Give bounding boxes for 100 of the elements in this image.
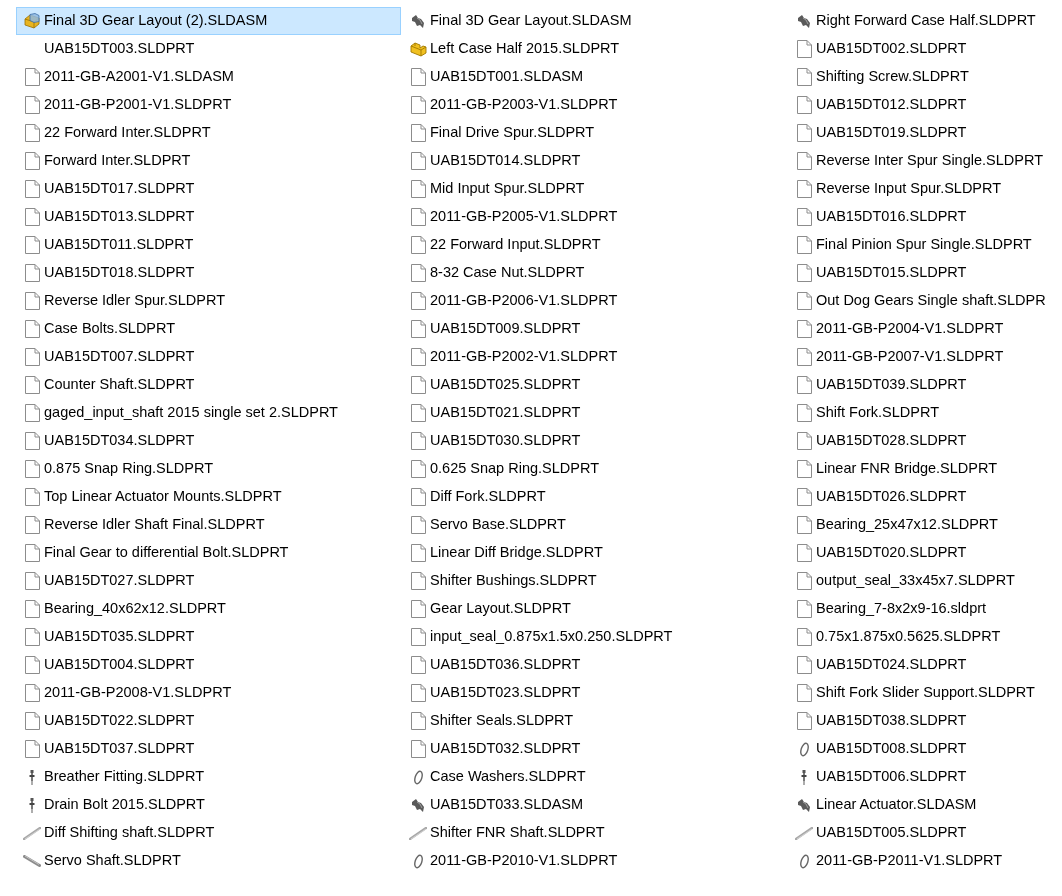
file-item[interactable]: Left Case Half 2015.SLDPRT — [402, 35, 787, 63]
file-item[interactable]: Final 3D Gear Layout.SLDASM — [402, 7, 787, 35]
file-item[interactable]: 8-32 Case Nut.SLDPRT — [402, 259, 787, 287]
file-item[interactable]: Top Linear Actuator Mounts.SLDPRT — [16, 483, 401, 511]
file-item[interactable]: UAB15DT001.SLDASM — [402, 63, 787, 91]
file-item[interactable]: 22 Forward Input.SLDPRT — [402, 231, 787, 259]
file-item[interactable]: UAB15DT002.SLDPRT — [788, 35, 1062, 63]
file-item[interactable]: Case Washers.SLDPRT — [402, 763, 787, 791]
file-item[interactable]: UAB15DT022.SLDPRT — [16, 707, 401, 735]
file-item[interactable]: Reverse Idler Spur.SLDPRT — [16, 287, 401, 315]
file-item[interactable]: UAB15DT021.SLDPRT — [402, 399, 787, 427]
file-item[interactable]: Shift Fork Slider Support.SLDPRT — [788, 679, 1062, 707]
document-icon — [24, 236, 40, 254]
file-item[interactable]: Linear Actuator.SLDASM — [788, 791, 1062, 819]
file-item[interactable]: Diff Shifting shaft.SLDPRT — [16, 819, 401, 847]
file-item[interactable]: 2011-GB-P2005-V1.SLDPRT — [402, 203, 787, 231]
file-item[interactable]: UAB15DT038.SLDPRT — [788, 707, 1062, 735]
file-item[interactable]: Final Pinion Spur Single.SLDPRT — [788, 231, 1062, 259]
file-item[interactable]: 0.625 Snap Ring.SLDPRT — [402, 455, 787, 483]
file-item[interactable]: UAB15DT028.SLDPRT — [788, 427, 1062, 455]
file-item[interactable]: 2011-GB-P2008-V1.SLDPRT — [16, 679, 401, 707]
document-icon — [24, 264, 40, 282]
file-item[interactable]: UAB15DT039.SLDPRT — [788, 371, 1062, 399]
file-item[interactable]: UAB15DT025.SLDPRT — [402, 371, 787, 399]
file-item[interactable]: UAB15DT015.SLDPRT — [788, 259, 1062, 287]
file-item[interactable]: Diff Fork.SLDPRT — [402, 483, 787, 511]
file-item[interactable]: Forward Inter.SLDPRT — [16, 147, 401, 175]
file-item[interactable]: 2011-GB-P2010-V1.SLDPRT — [402, 847, 787, 875]
file-item[interactable]: UAB15DT018.SLDPRT — [16, 259, 401, 287]
file-item[interactable]: UAB15DT005.SLDPRT — [788, 819, 1062, 847]
file-item[interactable]: UAB15DT037.SLDPRT — [16, 735, 401, 763]
file-item[interactable]: Bearing_25x47x12.SLDPRT — [788, 511, 1062, 539]
file-item[interactable]: 0.875 Snap Ring.SLDPRT — [16, 455, 401, 483]
file-item[interactable]: UAB15DT020.SLDPRT — [788, 539, 1062, 567]
file-item[interactable]: UAB15DT030.SLDPRT — [402, 427, 787, 455]
file-item[interactable]: UAB15DT036.SLDPRT — [402, 651, 787, 679]
file-item[interactable]: Bearing_40x62x12.SLDPRT — [16, 595, 401, 623]
file-item[interactable]: Right Forward Case Half.SLDPRT — [788, 7, 1062, 35]
file-item[interactable]: output_seal_33x45x7.SLDPRT — [788, 567, 1062, 595]
document-icon — [796, 68, 812, 86]
file-item[interactable]: 22 Forward Inter.SLDPRT — [16, 119, 401, 147]
file-item[interactable]: UAB15DT017.SLDPRT — [16, 175, 401, 203]
file-item[interactable]: UAB15DT009.SLDPRT — [402, 315, 787, 343]
file-item[interactable]: Servo Shaft.SLDPRT — [16, 847, 401, 875]
file-item[interactable]: 2011-GB-P2002-V1.SLDPRT — [402, 343, 787, 371]
file-item[interactable]: UAB15DT026.SLDPRT — [788, 483, 1062, 511]
file-item[interactable]: UAB15DT034.SLDPRT — [16, 427, 401, 455]
file-item[interactable]: Case Bolts.SLDPRT — [16, 315, 401, 343]
file-item[interactable]: Mid Input Spur.SLDPRT — [402, 175, 787, 203]
file-item[interactable]: UAB15DT004.SLDPRT — [16, 651, 401, 679]
file-item[interactable]: Reverse Inter Spur Single.SLDPRT — [788, 147, 1062, 175]
file-item[interactable]: Servo Base.SLDPRT — [402, 511, 787, 539]
file-item[interactable]: UAB15DT027.SLDPRT — [16, 567, 401, 595]
file-item[interactable]: 2011-GB-P2007-V1.SLDPRT — [788, 343, 1062, 371]
file-item[interactable]: UAB15DT032.SLDPRT — [402, 735, 787, 763]
file-item[interactable]: Shifter FNR Shaft.SLDPRT — [402, 819, 787, 847]
file-item[interactable]: UAB15DT012.SLDPRT — [788, 91, 1062, 119]
file-item[interactable]: Linear FNR Bridge.SLDPRT — [788, 455, 1062, 483]
file-item[interactable]: 2011-GB-P2011-V1.SLDPRT — [788, 847, 1062, 875]
file-item[interactable]: Gear Layout.SLDPRT — [402, 595, 787, 623]
file-item[interactable]: UAB15DT019.SLDPRT — [788, 119, 1062, 147]
file-item[interactable]: Out Dog Gears Single shaft.SLDPR — [788, 287, 1062, 315]
file-item[interactable]: 2011-GB-A2001-V1.SLDASM — [16, 63, 401, 91]
file-item[interactable]: Breather Fitting.SLDPRT — [16, 763, 401, 791]
file-item[interactable]: UAB15DT014.SLDPRT — [402, 147, 787, 175]
file-item[interactable]: Shifter Bushings.SLDPRT — [402, 567, 787, 595]
file-item[interactable]: UAB15DT033.SLDASM — [402, 791, 787, 819]
file-item[interactable]: 2011-GB-P2004-V1.SLDPRT — [788, 315, 1062, 343]
file-item[interactable]: 0.75x1.875x0.5625.SLDPRT — [788, 623, 1062, 651]
file-item[interactable]: UAB15DT007.SLDPRT — [16, 343, 401, 371]
file-item[interactable]: UAB15DT008.SLDPRT — [788, 735, 1062, 763]
file-item[interactable]: UAB15DT003.SLDPRT — [16, 35, 401, 63]
file-item[interactable]: Reverse Input Spur.SLDPRT — [788, 175, 1062, 203]
file-item[interactable]: gaged_input_shaft 2015 single set 2.SLDPRT — [16, 399, 401, 427]
file-item[interactable]: Linear Diff Bridge.SLDPRT — [402, 539, 787, 567]
file-item[interactable]: UAB15DT006.SLDPRT — [788, 763, 1062, 791]
document-icon — [410, 404, 426, 422]
file-item[interactable]: Final Gear to differential Bolt.SLDPRT — [16, 539, 401, 567]
file-item[interactable]: Counter Shaft.SLDPRT — [16, 371, 401, 399]
file-item[interactable]: UAB15DT024.SLDPRT — [788, 651, 1062, 679]
file-item[interactable]: Final 3D Gear Layout (2).SLDASM — [16, 7, 401, 35]
file-item[interactable]: Drain Bolt 2015.SLDPRT — [16, 791, 401, 819]
bracket-icon — [411, 797, 425, 813]
file-item[interactable]: Shifter Seals.SLDPRT — [402, 707, 787, 735]
file-item[interactable]: UAB15DT013.SLDPRT — [16, 203, 401, 231]
file-item[interactable]: 2011-GB-P2001-V1.SLDPRT — [16, 91, 401, 119]
file-item[interactable]: 2011-GB-P2006-V1.SLDPRT — [402, 287, 787, 315]
file-item[interactable]: Bearing_7-8x2x9-16.sldprt — [788, 595, 1062, 623]
file-item[interactable]: input_seal_0.875x1.5x0.250.SLDPRT — [402, 623, 787, 651]
file-item[interactable]: 2011-GB-P2003-V1.SLDPRT — [402, 91, 787, 119]
file-item[interactable]: Reverse Idler Shaft Final.SLDPRT — [16, 511, 401, 539]
document-icon — [410, 152, 426, 170]
document-icon — [796, 124, 812, 142]
file-item[interactable]: UAB15DT016.SLDPRT — [788, 203, 1062, 231]
file-item[interactable]: UAB15DT023.SLDPRT — [402, 679, 787, 707]
file-item[interactable]: UAB15DT011.SLDPRT — [16, 231, 401, 259]
file-item[interactable]: Shifting Screw.SLDPRT — [788, 63, 1062, 91]
file-item[interactable]: UAB15DT035.SLDPRT — [16, 623, 401, 651]
file-item[interactable]: Final Drive Spur.SLDPRT — [402, 119, 787, 147]
file-item[interactable]: Shift Fork.SLDPRT — [788, 399, 1062, 427]
